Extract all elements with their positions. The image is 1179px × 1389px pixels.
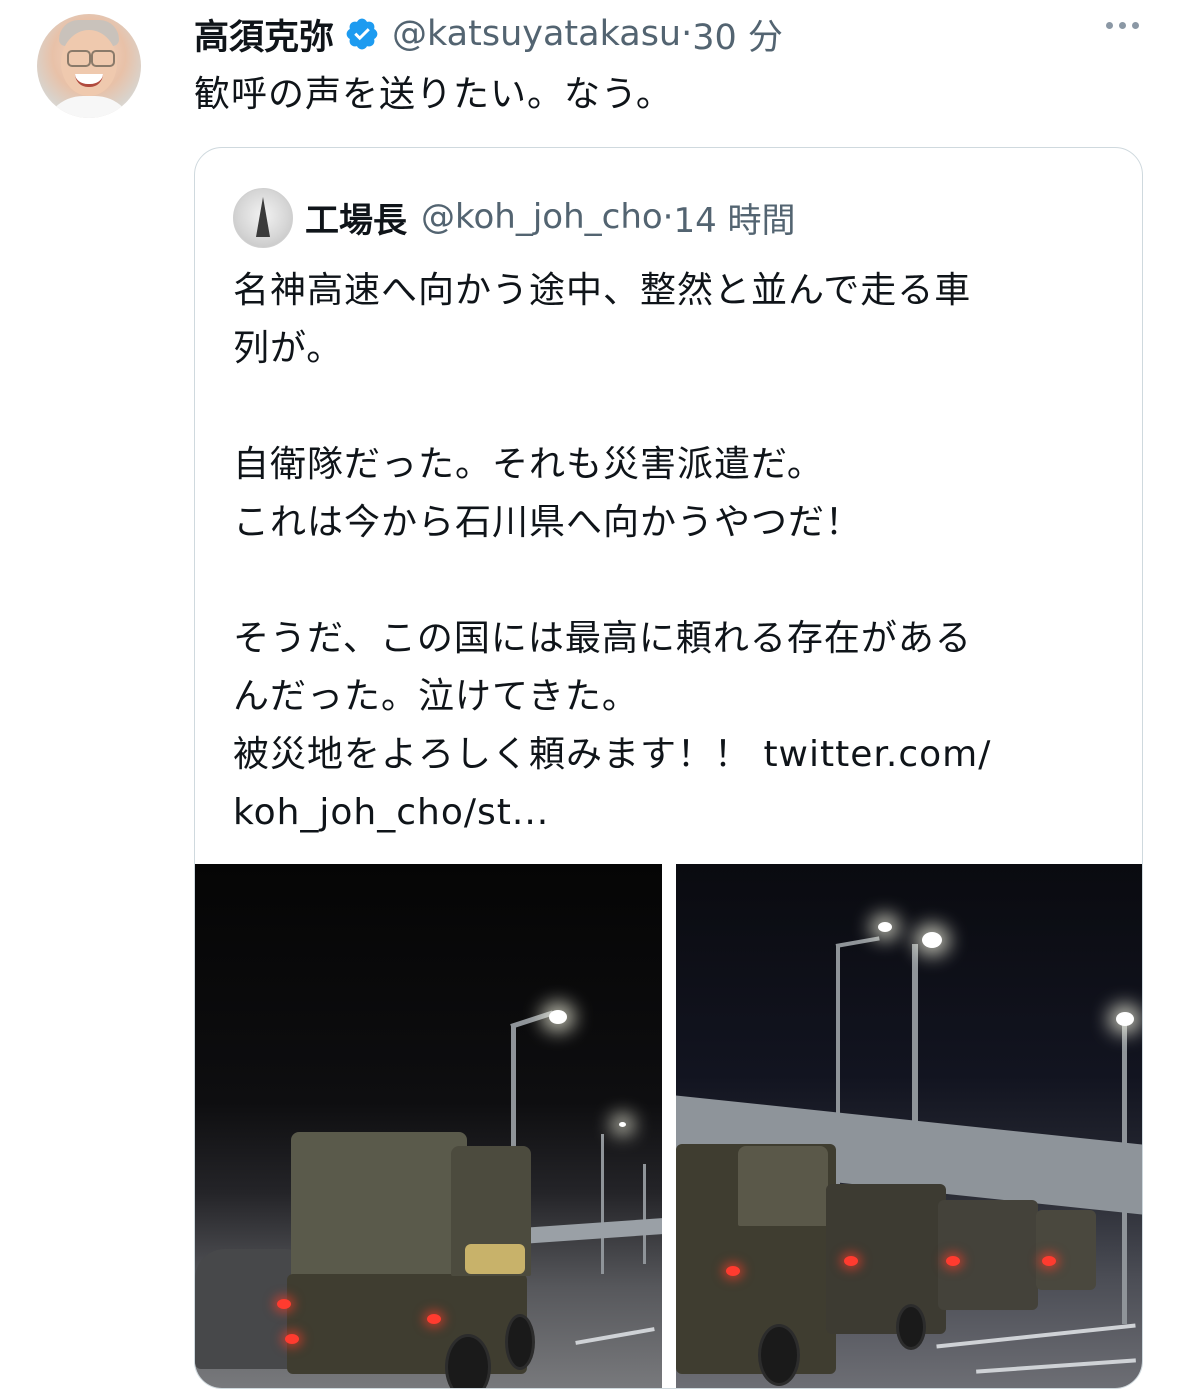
quoted-meta-separator: · bbox=[662, 197, 674, 237]
quoted-author-handle: @koh_joh_cho bbox=[421, 197, 663, 237]
quoted-tweet-text: 名神高速へ向かう途中、整然と並んで走る車 列が。 自衛隊だった。それも災害派遣だ… bbox=[233, 270, 992, 833]
tweet-text: 歓呼の声を送りたい。なう。 bbox=[194, 74, 673, 115]
verified-badge-icon bbox=[346, 18, 378, 50]
author-handle[interactable]: @katsuyatakasu bbox=[392, 14, 681, 54]
media-photo-2[interactable] bbox=[676, 864, 1142, 1388]
tweet-time[interactable]: 30 分 bbox=[692, 9, 783, 60]
quoted-media-grid bbox=[195, 864, 1142, 1388]
quoted-author-avatar[interactable] bbox=[233, 188, 293, 248]
quoted-author-name: 工場長 bbox=[305, 200, 407, 241]
author-avatar[interactable] bbox=[37, 14, 141, 118]
quoted-tweet-card[interactable]: 工場長 @koh_joh_cho · 14 時間 名神高速へ向かう途中、整然と並… bbox=[194, 147, 1143, 1389]
author-name[interactable]: 高須克弥 bbox=[194, 9, 334, 60]
meta-separator: · bbox=[681, 14, 693, 54]
more-horizontal-icon[interactable] bbox=[1106, 22, 1139, 29]
quoted-tweet-time: 14 時間 bbox=[673, 200, 796, 241]
quoted-tweet-header: 工場長 @koh_joh_cho · 14 時間 bbox=[305, 188, 796, 246]
media-photo-1[interactable] bbox=[195, 864, 662, 1388]
tweet-header: 高須克弥 @katsuyatakasu · 30 分 bbox=[194, 10, 783, 58]
